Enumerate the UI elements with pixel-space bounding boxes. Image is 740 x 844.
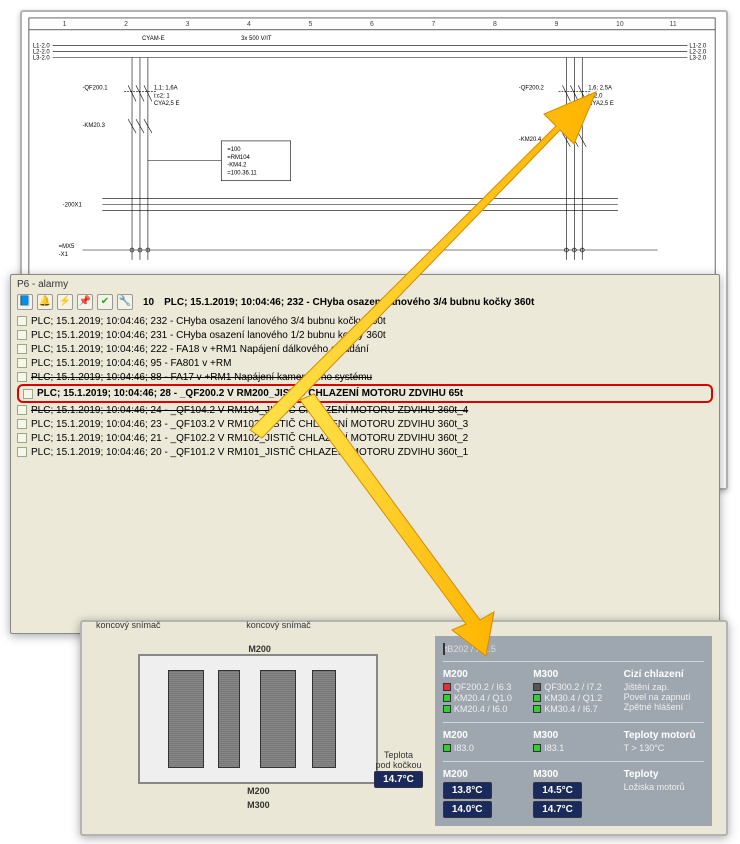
hmi-left: koncový snímač koncový snímač M200 M200 …	[96, 636, 421, 826]
svg-text:-QF200.2: -QF200.2	[519, 85, 544, 91]
alarm-checkbox[interactable]	[17, 405, 27, 415]
svg-text:2: 2	[124, 21, 128, 28]
svg-text:-KM4.2: -KM4.2	[227, 163, 246, 169]
hmi-panel: koncový snímač koncový snímač M200 M200 …	[80, 620, 728, 836]
qf200-1-group: -QF200.1 1,1; 1,6A i:c2; 1 CYA2,5 E -KM2…	[82, 58, 179, 260]
alarm-row[interactable]: PLC; 15.1.2019; 10:04:46; 232 - CHyba os…	[17, 314, 713, 328]
svg-text:3x 500 V/IT: 3x 500 V/IT	[241, 36, 272, 42]
svg-text:CYA2,5 E: CYA2,5 E	[154, 101, 180, 107]
alarm-checkbox[interactable]	[17, 344, 27, 354]
alarm-text: PLC; 15.1.2019; 10:04:46; 21 - _QF102.2 …	[31, 433, 468, 444]
alarm-row[interactable]: PLC; 15.1.2019; 10:04:46; 28 - _QF200.2 …	[17, 384, 713, 403]
cizi-chlazeni: Cizí chlazení Jištění zap. Povel na zapn…	[624, 669, 704, 715]
toolbar-bell-icon[interactable]: 🔔	[37, 294, 53, 310]
alarm-text: PLC; 15.1.2019; 10:04:46; 20 - _QF101.2 …	[31, 447, 468, 458]
alarms-panel: P6 - alarmy 📘 🔔 ⚡ 📌 ✔ 🔧 10 PLC; 15.1.201…	[10, 274, 720, 634]
alarm-text: PLC; 15.1.2019; 10:04:46; 222 - FA18 v +…	[31, 344, 369, 355]
alarm-text: PLC; 15.1.2019; 10:04:46; 88 - FA17 v +R…	[31, 372, 372, 383]
column-numbers: 1 2 3 4 5 6 7 8 9 10 11	[63, 21, 677, 28]
svg-text:1: 1	[63, 21, 67, 28]
alarm-row[interactable]: PLC; 15.1.2019; 10:04:46; 20 - _QF101.2 …	[17, 445, 713, 459]
alarm-checkbox[interactable]	[17, 419, 27, 429]
m300-temps: M300 14.5°C 14.7°C	[533, 769, 613, 818]
alarm-checkbox[interactable]	[17, 330, 27, 340]
svg-text:=100.36.11: =100.36.11	[227, 171, 257, 177]
alarm-row[interactable]: PLC; 15.1.2019; 10:04:46; 24 - _QF104.2 …	[17, 403, 713, 417]
qf200-2-group: -QF200.2 1,6; 2,5A i:c2,0 CYA2,5 E -KM20…	[519, 58, 614, 260]
toolbar-bolt-icon[interactable]: ⚡	[57, 294, 73, 310]
alarm-checkbox[interactable]	[17, 372, 27, 382]
svg-text:7: 7	[432, 21, 436, 28]
alarm-checkbox[interactable]	[17, 316, 27, 326]
m300-status: M300 QF300.2 / I7.2 KM30.4 / Q1.2 KM30.4…	[533, 669, 613, 715]
svg-text:-200X1: -200X1	[63, 202, 83, 208]
alarm-checkbox[interactable]	[17, 433, 27, 443]
svg-text:-QF200.1: -QF200.1	[82, 85, 108, 91]
svg-text:L3-2.0: L3-2.0	[689, 56, 707, 62]
alarm-row[interactable]: PLC; 15.1.2019; 10:04:46; 95 - FA801 v +…	[17, 356, 713, 370]
toolbar-book-icon[interactable]: 📘	[17, 294, 33, 310]
alarms-toolbar: 📘 🔔 ⚡ 📌 ✔ 🔧 10 PLC; 15.1.2019; 10:04:46;…	[17, 294, 713, 310]
alarm-checkbox[interactable]	[23, 389, 33, 399]
alarm-row[interactable]: PLC; 15.1.2019; 10:04:46; 21 - _QF102.2 …	[17, 431, 713, 445]
svg-text:1,6; 2,5A: 1,6; 2,5A	[588, 85, 612, 91]
m200-temps: M200 13.8°C 14.0°C	[443, 769, 523, 818]
alarm-count: 10	[143, 297, 154, 308]
toolbar-ack-icon[interactable]: ✔	[97, 294, 113, 310]
alarm-text: PLC; 15.1.2019; 10:04:46; 23 - _QF103.2 …	[31, 419, 468, 430]
svg-text:-KM20.4: -KM20.4	[519, 137, 542, 143]
m200-status: M200 QF200.2 / I6.3 KM20.4 / Q1.0 KM20.4…	[443, 669, 523, 715]
svg-text:11: 11	[670, 21, 677, 28]
limit-switch-left: koncový snímač	[96, 620, 161, 630]
alarm-text: PLC; 15.1.2019; 10:04:46; 231 - CHyba os…	[31, 330, 386, 341]
svg-text:i:c2,0: i:c2,0	[588, 93, 603, 99]
svg-text:8: 8	[493, 21, 497, 28]
svg-text:-X1: -X1	[59, 252, 69, 258]
svg-text:9: 9	[554, 21, 558, 28]
alarm-row[interactable]: PLC; 15.1.2019; 10:04:46; 88 - FA17 v +R…	[17, 370, 713, 384]
svg-text:=RM104: =RM104	[227, 155, 250, 161]
alarm-row[interactable]: PLC; 15.1.2019; 10:04:46; 23 - _QF103.2 …	[17, 417, 713, 431]
toolbar-pin-icon[interactable]: 📌	[77, 294, 93, 310]
alarm-checkbox[interactable]	[17, 447, 27, 457]
svg-text:=100: =100	[227, 147, 241, 153]
svg-text:5: 5	[309, 21, 313, 28]
svg-text:3: 3	[186, 21, 190, 28]
alarm-text: PLC; 15.1.2019; 10:04:46; 24 - _QF104.2 …	[31, 405, 468, 416]
svg-text:=MX5: =MX5	[59, 244, 75, 250]
svg-text:L3-2.0: L3-2.0	[33, 56, 51, 62]
alarm-row[interactable]: PLC; 15.1.2019; 10:04:46; 231 - CHyba os…	[17, 328, 713, 342]
hmi-status-panel: tB202 / I51.5 M200 QF200.2 / I6.3 KM20.4…	[435, 636, 712, 826]
svg-text:10: 10	[616, 21, 624, 28]
alarm-text: PLC; 15.1.2019; 10:04:46; 28 - _QF200.2 …	[37, 388, 463, 399]
limit-switch-right: koncový snímač	[246, 620, 311, 630]
alarms-title: P6 - alarmy	[17, 279, 713, 290]
alarm-checkbox[interactable]	[17, 358, 27, 368]
alarm-text: PLC; 15.1.2019; 10:04:46; 232 - CHyba os…	[31, 316, 386, 327]
alarm-text: PLC; 15.1.2019; 10:04:46; 95 - FA801 v +…	[31, 358, 231, 369]
svg-text:6: 6	[370, 21, 374, 28]
toolbar-wrench-icon[interactable]: 🔧	[117, 294, 133, 310]
svg-text:-KM20.3: -KM20.3	[82, 123, 105, 129]
svg-text:4: 4	[247, 21, 251, 28]
alarm-list: PLC; 15.1.2019; 10:04:46; 232 - CHyba os…	[17, 314, 713, 459]
alarm-status-line: PLC; 15.1.2019; 10:04:46; 232 - CHyba os…	[164, 297, 534, 308]
kocka-temp: Teplota pod kočkou 14.7°C	[374, 751, 423, 788]
svg-text:CYA2,5 E: CYA2,5 E	[588, 101, 614, 107]
svg-text:1,1; 1,6A: 1,1; 1,6A	[154, 85, 178, 91]
svg-text:CYAM-E: CYAM-E	[142, 36, 165, 42]
svg-text:i:c2; 1: i:c2; 1	[154, 93, 171, 99]
motor-diagram: M200 M200 M300	[138, 654, 378, 784]
alarm-row[interactable]: PLC; 15.1.2019; 10:04:46; 222 - FA18 v +…	[17, 342, 713, 356]
